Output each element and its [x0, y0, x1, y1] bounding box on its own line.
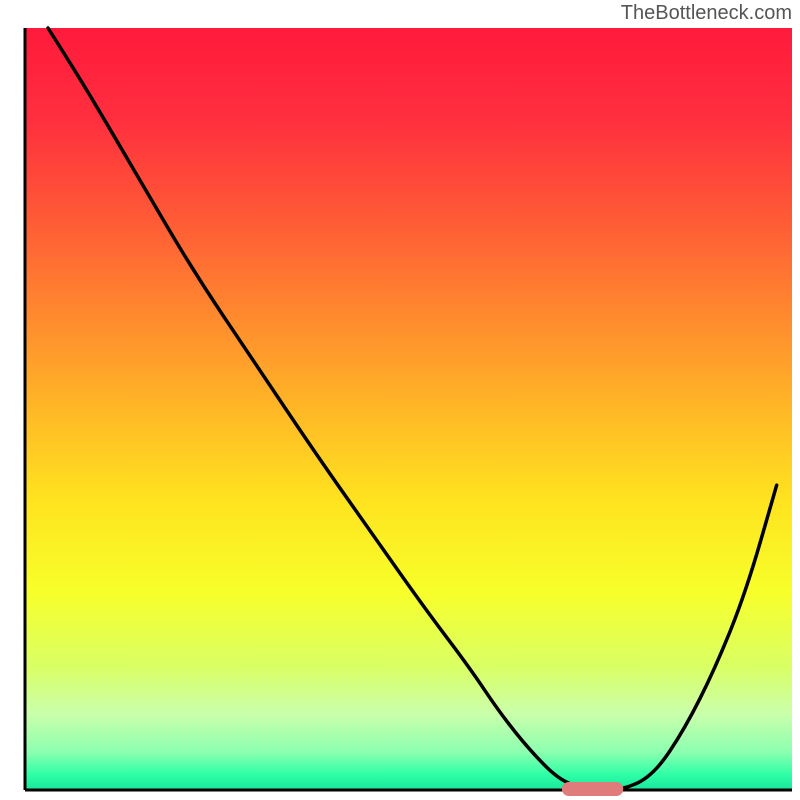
bottleneck-chart: TheBottleneck.com	[0, 0, 800, 800]
chart-svg	[0, 0, 800, 800]
plot-background	[25, 28, 792, 790]
watermark-label: TheBottleneck.com	[621, 2, 792, 25]
optimum-marker	[562, 782, 623, 796]
